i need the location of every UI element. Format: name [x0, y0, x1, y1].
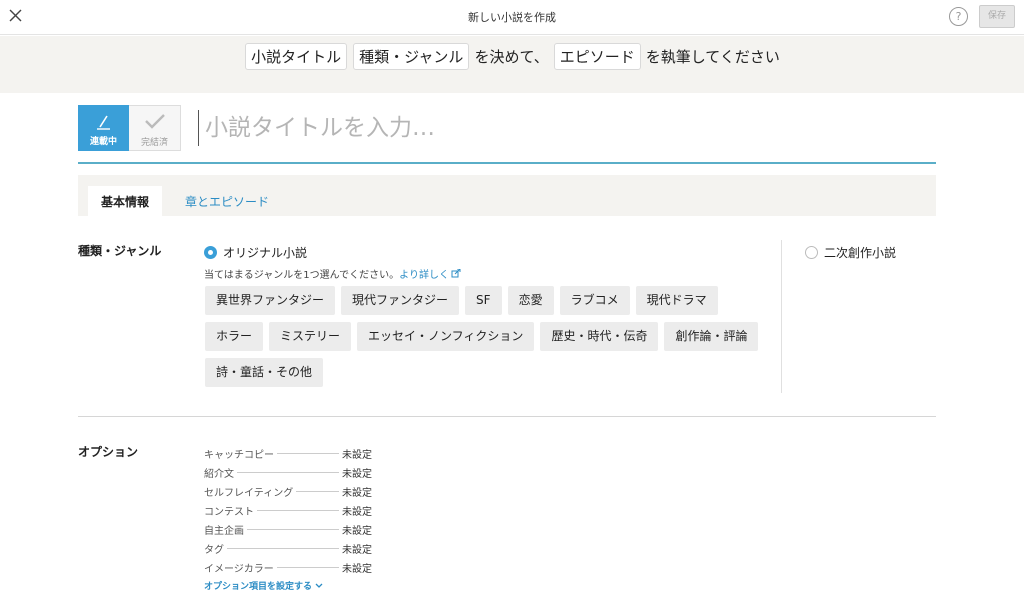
genre-button-grid: 異世界ファンタジー 現代ファンタジー SF 恋愛 ラブコメ 現代ドラマ ホラー …	[205, 286, 775, 387]
option-row[interactable]: 紹介文 未設定	[204, 463, 374, 482]
option-value: 未設定	[342, 545, 372, 556]
banner-text-middle: を決めて、	[474, 48, 549, 66]
option-value: 未設定	[342, 488, 372, 499]
instruction-banner: 小説タイトル 種類・ジャンル を決めて、 エピソード を執筆してください	[0, 36, 1024, 93]
option-name: キャッチコピー	[204, 450, 274, 461]
option-value: 未設定	[342, 526, 372, 537]
option-value: 未設定	[342, 469, 372, 480]
checkmark-icon	[145, 114, 165, 129]
option-row[interactable]: 自主企画 未設定	[204, 520, 374, 539]
option-name: コンテスト	[204, 507, 254, 518]
tab-bar: 基本情報 章とエピソード	[78, 175, 936, 216]
status-ongoing-label: 連載中	[89, 137, 117, 147]
genre-button[interactable]: 詩・童話・その他	[205, 358, 324, 387]
option-row[interactable]: コンテスト 未設定	[204, 501, 374, 520]
top-bar: 新しい小説を作成 ? 保存	[0, 0, 1024, 35]
option-name: イメージカラー	[204, 564, 274, 575]
genre-hint: 当てはまるジャンルを1つ選んでください。より詳しく	[204, 266, 461, 281]
leader-line	[247, 529, 339, 530]
options-list: キャッチコピー 未設定 紹介文 未設定 セルフレイティング 未設定 コンテスト 未設定 …	[204, 444, 374, 577]
instruction-row: 小説タイトル 種類・ジャンル を決めて、 エピソード を執筆してください	[0, 43, 1024, 70]
help-button[interactable]: ?	[949, 7, 968, 26]
option-row[interactable]: タグ 未設定	[204, 539, 374, 558]
status-toggle: 連載中 完結済	[78, 105, 181, 151]
external-link-icon	[451, 268, 461, 278]
tab-chapters-episodes[interactable]: 章とエピソード	[172, 186, 282, 216]
genre-button[interactable]: 歴史・時代・伝奇	[540, 322, 659, 351]
configure-options-label: オプション項目を設定する	[204, 582, 313, 592]
genre-divider	[781, 240, 782, 393]
configure-options-link[interactable]: オプション項目を設定する	[204, 579, 323, 592]
option-row[interactable]: イメージカラー 未設定	[204, 558, 374, 577]
derivative-novel-label: 二次創作小説	[824, 246, 897, 260]
more-info-label: より詳しく	[399, 270, 449, 281]
window-title: 新しい小説を作成	[468, 11, 556, 24]
genre-button[interactable]: ホラー	[205, 322, 264, 351]
tab-basic-info[interactable]: 基本情報	[88, 186, 163, 216]
banner-chip-title: 小説タイトル	[245, 43, 348, 70]
pencil-icon	[97, 115, 110, 130]
radio-selected-indicator	[204, 246, 217, 259]
option-row[interactable]: キャッチコピー 未設定	[204, 444, 374, 463]
banner-text-end: を執筆してください	[645, 48, 780, 66]
option-value: 未設定	[342, 450, 372, 461]
title-underline	[78, 162, 936, 164]
option-name: タグ	[204, 545, 224, 556]
original-novel-radio[interactable]: オリジナル小説	[204, 244, 307, 261]
leader-line	[296, 491, 339, 492]
derivative-novel-radio[interactable]: 二次創作小説	[805, 244, 896, 261]
save-button[interactable]: 保存	[979, 5, 1015, 28]
option-name: 紹介文	[204, 469, 234, 480]
chevron-down-icon	[315, 583, 323, 588]
genre-button[interactable]: 恋愛	[507, 286, 554, 315]
leader-line	[237, 472, 339, 473]
genre-button[interactable]: SF	[465, 286, 502, 315]
option-value: 未設定	[342, 507, 372, 518]
leader-line	[276, 567, 339, 568]
genre-button[interactable]: 創作論・評論	[664, 322, 759, 351]
novel-title-input[interactable]	[198, 110, 935, 146]
genre-section-label: 種類・ジャンル	[78, 244, 162, 258]
status-ongoing-button[interactable]: 連載中	[78, 105, 129, 151]
status-complete-label: 完結済	[140, 138, 168, 148]
leader-line	[277, 453, 339, 454]
leader-line	[227, 548, 339, 549]
option-value: 未設定	[342, 564, 372, 575]
leader-line	[257, 510, 339, 511]
genre-button[interactable]: ミステリー	[269, 322, 352, 351]
genre-button[interactable]: 異世界ファンタジー	[205, 286, 336, 315]
genre-hint-text: 当てはまるジャンルを1つ選んでください。	[204, 270, 400, 281]
genre-button[interactable]: ラブコメ	[559, 286, 630, 315]
option-row[interactable]: セルフレイティング 未設定	[204, 482, 374, 501]
banner-chip-episode: エピソード	[553, 43, 641, 70]
original-novel-label: オリジナル小説	[223, 246, 308, 260]
radio-unselected-indicator	[805, 246, 818, 259]
more-info-link[interactable]: より詳しく	[399, 268, 461, 281]
options-section-label: オプション	[78, 445, 139, 459]
option-name: 自主企画	[204, 526, 244, 537]
genre-button[interactable]: 現代ファンタジー	[341, 286, 460, 315]
option-name: セルフレイティング	[204, 488, 294, 499]
genre-button[interactable]: 現代ドラマ	[635, 286, 718, 315]
status-complete-button[interactable]: 完結済	[129, 105, 181, 151]
banner-chip-genre: 種類・ジャンル	[353, 43, 470, 70]
section-divider	[78, 416, 936, 417]
genre-button[interactable]: エッセイ・ノンフィクション	[357, 322, 535, 351]
